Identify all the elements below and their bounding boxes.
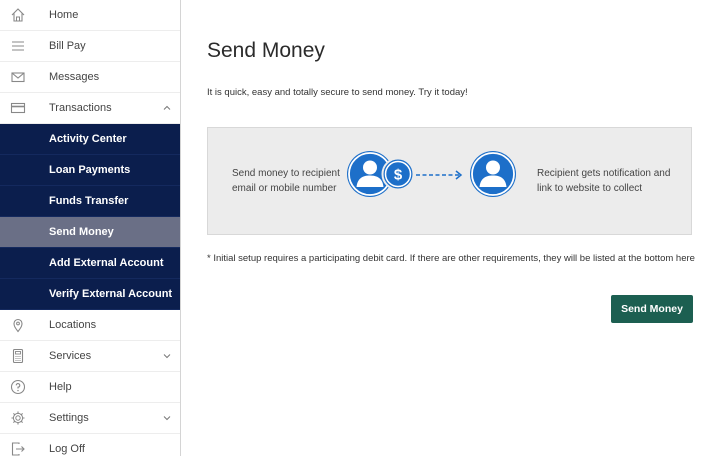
- sidebar-item-label: Locations: [49, 319, 97, 331]
- recipient-avatar-icon: [470, 151, 516, 197]
- footnote-text: * Initial setup requires a participating…: [207, 253, 695, 264]
- sidebar-item-label: Help: [49, 381, 72, 393]
- sidebar-subitem-activity-center[interactable]: Activity Center: [0, 124, 180, 155]
- sidebar-item-help[interactable]: Help: [0, 372, 180, 403]
- chevron-up-icon[interactable]: [162, 103, 172, 113]
- calculator-icon: [9, 348, 27, 364]
- sidebar-item-transactions[interactable]: Transactions: [0, 93, 180, 124]
- dollar-coin-icon: $: [381, 157, 415, 191]
- sidebar-item-label: Services: [49, 350, 92, 362]
- sidebar-subitem-verify-external-account[interactable]: Verify External Account: [0, 279, 180, 310]
- main-content: Send Money It is quick, easy and totally…: [182, 0, 720, 456]
- menu-lines-icon: [9, 38, 27, 54]
- logout-icon: [9, 441, 27, 456]
- location-pin-icon: [9, 317, 27, 333]
- sender-description: Send money to recipient email or mobile …: [232, 168, 340, 194]
- page-title: Send Money: [207, 39, 325, 62]
- sidebar-item-label: Transactions: [49, 102, 112, 114]
- sidebar-item-label: Log Off: [49, 443, 85, 455]
- card-icon: [9, 100, 27, 116]
- sidebar-subitem-loan-payments[interactable]: Loan Payments: [0, 155, 180, 186]
- sidebar-subitem-add-external-account[interactable]: Add External Account: [0, 248, 180, 279]
- sidebar-item-log-off[interactable]: Log Off: [0, 434, 180, 456]
- sidebar: Home Bill Pay Messages Transactions Acti…: [0, 0, 181, 456]
- envelope-icon: [9, 69, 27, 85]
- sidebar-item-settings[interactable]: Settings: [0, 403, 180, 434]
- sidebar-item-label: Home: [49, 9, 79, 21]
- sidebar-item-label: Messages: [49, 71, 100, 83]
- sidebar-item-label: Bill Pay: [49, 40, 86, 52]
- home-icon: [9, 7, 27, 23]
- intro-text: It is quick, easy and totally secure to …: [207, 87, 468, 98]
- sidebar-item-locations[interactable]: Locations: [0, 310, 180, 341]
- sidebar-item-home[interactable]: Home: [0, 0, 180, 31]
- send-money-diagram: Send money to recipient email or mobile …: [207, 127, 692, 235]
- help-circle-icon: [9, 379, 27, 395]
- dollar-symbol: $: [394, 167, 403, 184]
- arrow-right-icon: [416, 170, 463, 180]
- sidebar-item-messages[interactable]: Messages: [0, 62, 180, 93]
- sidebar-subitem-send-money[interactable]: Send Money: [0, 217, 180, 248]
- sidebar-subitem-funds-transfer[interactable]: Funds Transfer: [0, 186, 180, 217]
- chevron-down-icon[interactable]: [162, 351, 172, 361]
- sidebar-item-bill-pay[interactable]: Bill Pay: [0, 31, 180, 62]
- chevron-down-icon[interactable]: [162, 413, 172, 423]
- gear-icon: [9, 410, 27, 426]
- send-money-button[interactable]: Send Money: [611, 295, 693, 323]
- sidebar-item-label: Settings: [49, 412, 89, 424]
- sidebar-item-services[interactable]: Services: [0, 341, 180, 372]
- recipient-description: Recipient gets notification and link to …: [537, 168, 671, 194]
